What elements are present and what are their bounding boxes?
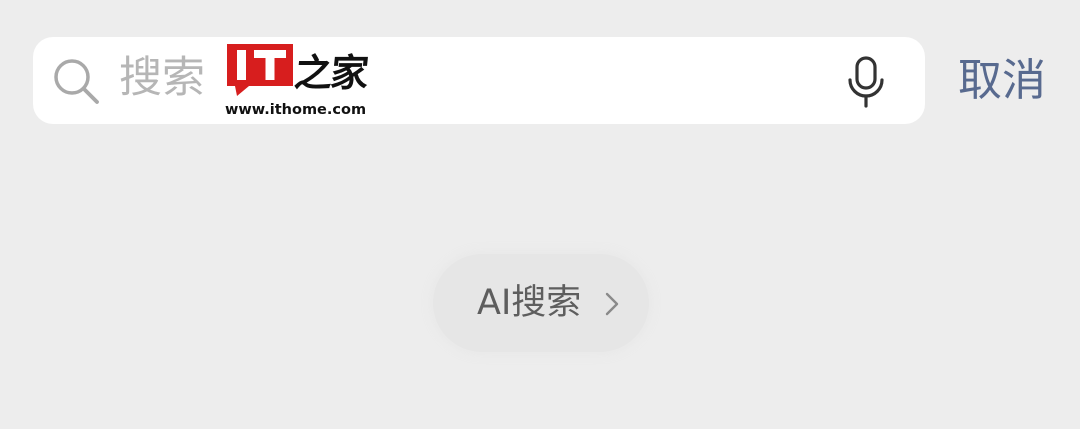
watermark-url: www.ithome.com: [225, 102, 367, 118]
microphone-icon[interactable]: [846, 56, 886, 108]
cancel-button[interactable]: 取消: [958, 52, 1046, 110]
chevron-right-icon: [605, 292, 619, 316]
ai-search-button[interactable]: AI搜索: [433, 254, 649, 352]
search-input[interactable]: 搜索: [119, 50, 205, 106]
ithome-watermark: 之家 www.ithome.com: [225, 44, 369, 124]
it-logo: [227, 44, 293, 96]
ai-search-label: AI搜索: [477, 283, 582, 323]
watermark-brand-glyphs: 之家: [292, 50, 370, 95]
search-icon: [54, 59, 99, 104]
